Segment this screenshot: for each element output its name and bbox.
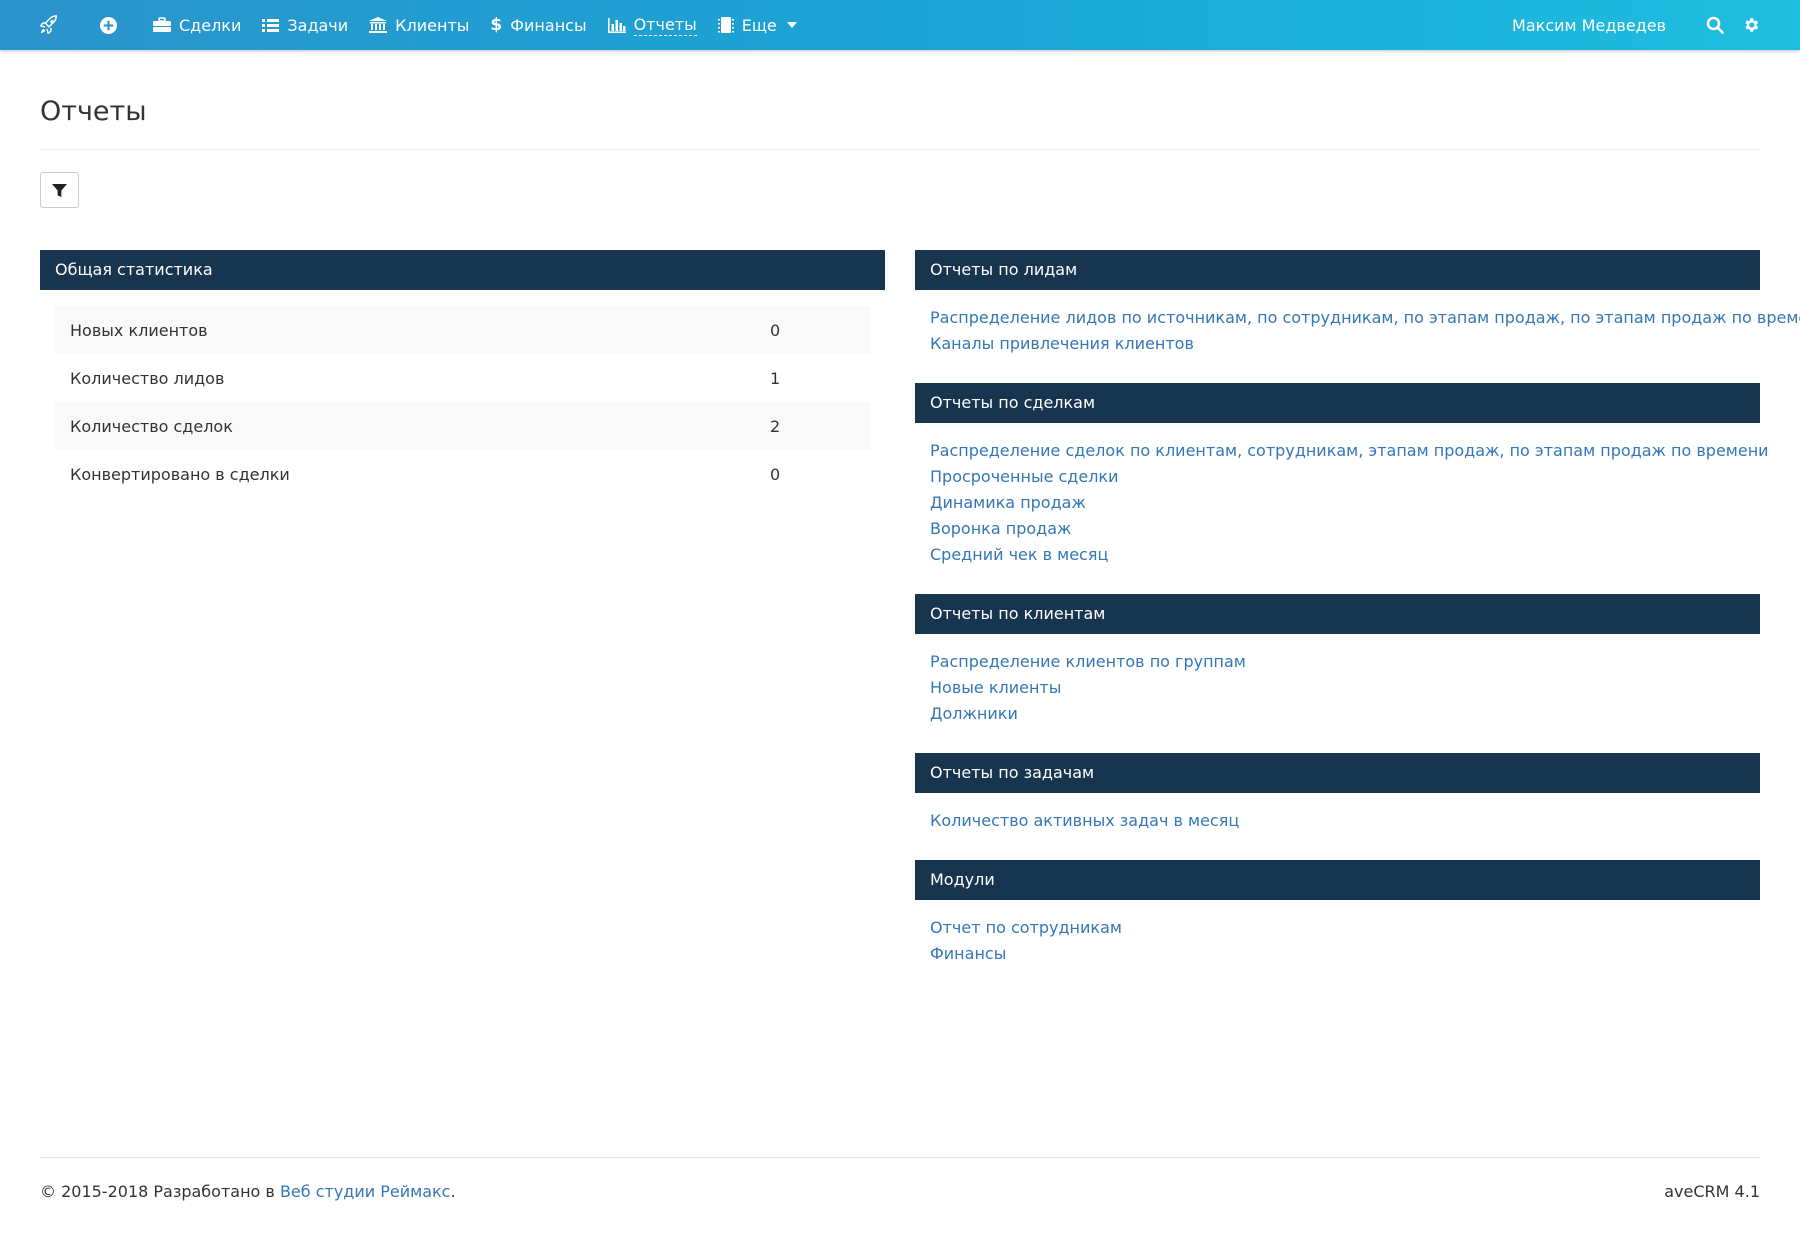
section-links: Распределение клиентов по группам Новые к… <box>915 634 1760 727</box>
stat-label: Новых клиентов <box>70 320 208 340</box>
stat-value: 0 <box>770 320 781 340</box>
section-header: Модули <box>915 860 1760 900</box>
nav-item-deals[interactable]: Сделки <box>153 0 241 50</box>
stat-label: Конвертировано в сделки <box>70 464 290 484</box>
dollar-icon: $ <box>490 15 503 35</box>
stat-row: Количество сделок 2 <box>55 402 870 450</box>
nav-label: Клиенты <box>395 15 470 35</box>
filter-icon <box>52 183 67 197</box>
footer-divider <box>40 1157 1760 1158</box>
nav-label: Отчеты <box>633 14 697 36</box>
gear-icon[interactable] <box>1742 16 1760 34</box>
user-name-link[interactable]: Максим Медведев <box>1512 16 1666 35</box>
app-version: aveCRM 4.1 <box>1664 1182 1760 1201</box>
stat-row: Конвертировано в сделки 0 <box>55 450 870 498</box>
developer-link[interactable]: Веб студии Реймакс <box>280 1182 451 1201</box>
stat-label: Количество сделок <box>70 416 233 436</box>
report-link[interactable]: Каналы привлечения клиентов <box>930 331 1760 357</box>
plus-circle-icon <box>100 16 117 34</box>
chip-icon <box>717 17 734 33</box>
report-link[interactable]: Распределение клиентов по группам <box>930 649 1760 675</box>
report-link[interactable]: Распределение лидов по источникам, по со… <box>930 305 1800 331</box>
report-link[interactable]: Воронка продаж <box>930 516 1760 542</box>
bank-icon <box>369 17 388 33</box>
nav-label: Задачи <box>287 15 349 35</box>
footer-copyright-text: © 2015-2018 Разработано в <box>40 1182 280 1201</box>
nav-item-tasks[interactable]: Задачи <box>262 0 348 50</box>
nav-item-clients[interactable]: Клиенты <box>369 0 469 50</box>
rocket-logo-icon[interactable] <box>38 14 60 36</box>
filter-button[interactable] <box>40 172 79 208</box>
section-links: Отчет по сотрудникам Финансы <box>915 900 1760 967</box>
report-link[interactable]: Должники <box>930 701 1760 727</box>
report-section: Модули Отчет по сотрудникам Финансы <box>915 860 1760 967</box>
general-stats-table: Новых клиентов 0 Количество лидов 1 Количест… <box>55 306 870 498</box>
page-title: Отчеты <box>40 96 147 127</box>
report-link[interactable]: Распределение сделок по клиентам, сотруд… <box>930 438 1769 464</box>
add-new-button[interactable] <box>100 0 125 50</box>
search-icon[interactable] <box>1706 16 1724 34</box>
section-header: Отчеты по лидам <box>915 250 1760 290</box>
report-link[interactable]: Финансы <box>930 941 1760 967</box>
report-link[interactable]: Отчет по сотрудникам <box>930 915 1760 941</box>
nav-item-finance[interactable]: $ Финансы <box>490 0 586 50</box>
stat-label: Количество лидов <box>70 368 225 388</box>
nav-item-reports[interactable]: Отчеты <box>607 0 697 50</box>
section-links: Распределение сделок по клиентам, сотруд… <box>915 423 1769 568</box>
report-link[interactable]: Средний чек в месяц <box>930 542 1760 568</box>
nav-label: Финансы <box>510 15 587 35</box>
title-divider <box>40 149 1760 150</box>
report-link[interactable]: Новые клиенты <box>930 675 1760 701</box>
briefcase-icon <box>153 17 171 32</box>
main-nav: Сделки Задачи Клиенты $ Финансы Отчеты Е… <box>100 0 818 50</box>
stat-row: Количество лидов 1 <box>55 354 870 402</box>
footer-copyright: © 2015-2018 Разработано в Веб студии Рей… <box>40 1182 456 1201</box>
report-section: Отчеты по клиентам Распределение клиентов… <box>915 594 1760 727</box>
user-area: Максим Медведев <box>1512 0 1760 50</box>
report-sections: Отчеты по лидам Распределение лидов по ис… <box>915 250 1800 993</box>
report-link[interactable]: Количество активных задач в месяц <box>930 808 1760 834</box>
section-header: Отчеты по задачам <box>915 753 1760 793</box>
chevron-down-icon <box>786 22 797 28</box>
top-navbar: Сделки Задачи Клиенты $ Финансы Отчеты Е… <box>0 0 1800 50</box>
report-section: Отчеты по лидам Распределение лидов по ис… <box>915 250 1800 357</box>
section-header: Отчеты по сделкам <box>915 383 1760 423</box>
report-section: Отчеты по сделкам Распределение сделок по… <box>915 383 1769 568</box>
section-links: Распределение лидов по источникам, по со… <box>915 290 1800 357</box>
stat-value: 0 <box>770 464 781 484</box>
section-links: Количество активных задач в месяц <box>915 793 1760 834</box>
nav-item-more[interactable]: Еще <box>717 0 797 50</box>
section-header: Отчеты по клиентам <box>915 594 1760 634</box>
nav-label: Сделки <box>179 15 242 35</box>
nav-label: Еще <box>741 15 777 35</box>
footer-suffix: . <box>450 1182 456 1201</box>
list-icon <box>262 18 280 32</box>
general-stats-header: Общая статистика <box>40 250 885 290</box>
report-link[interactable]: Динамика продаж <box>930 490 1760 516</box>
stat-row: Новых клиентов 0 <box>55 306 870 354</box>
bar-chart-icon <box>607 17 626 33</box>
report-section: Отчеты по задачам Количество активных зад… <box>915 753 1760 834</box>
stat-value: 1 <box>770 368 781 388</box>
report-link[interactable]: Просроченные сделки <box>930 464 1760 490</box>
stat-value: 2 <box>770 416 781 436</box>
